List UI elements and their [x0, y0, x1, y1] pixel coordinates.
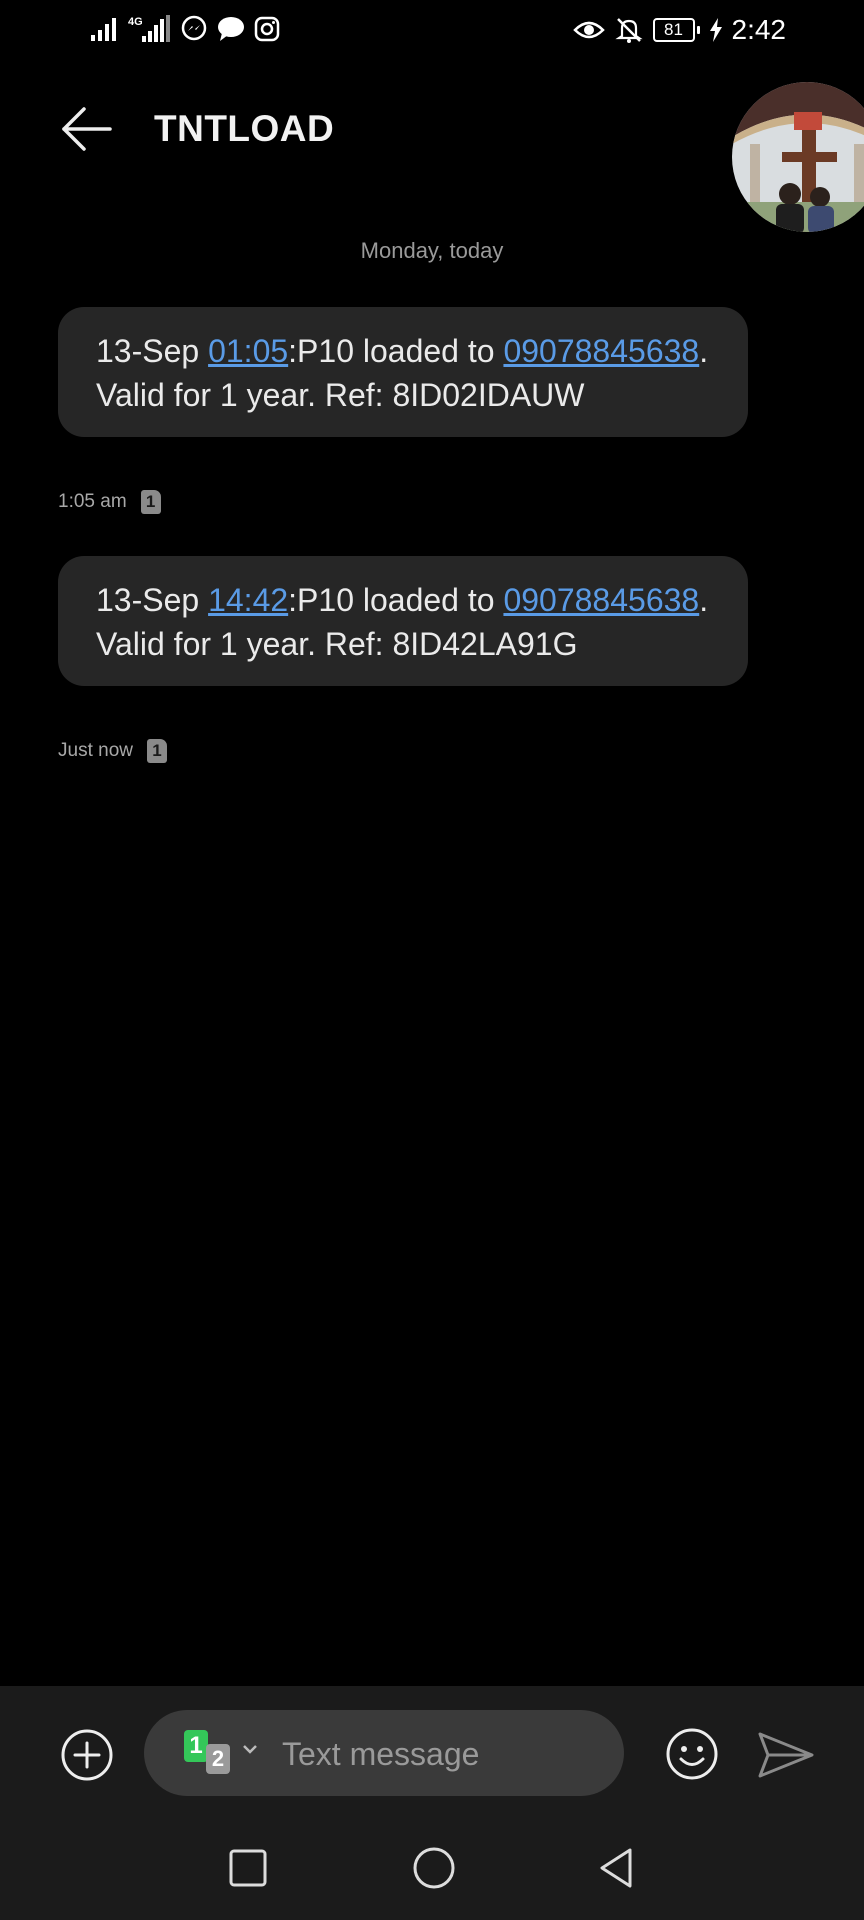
- message-timestamp: 1:05 am: [58, 491, 127, 512]
- status-bar: 4G 81 2:42: [0, 0, 864, 62]
- text-message-input[interactable]: [280, 1728, 604, 1780]
- status-right-icons: 81 2:42: [572, 14, 787, 46]
- time-link[interactable]: 14:42: [208, 582, 288, 618]
- charging-icon: [709, 18, 722, 42]
- signal-icon: [90, 15, 120, 43]
- emoji-icon: [664, 1728, 720, 1786]
- contact-name: TNTLOAD: [154, 108, 335, 149]
- nav-home-button[interactable]: [412, 1846, 456, 1890]
- message-timestamp: Just now: [58, 740, 133, 761]
- avatar[interactable]: [732, 82, 864, 232]
- message-bubble[interactable]: 13-Sep 14:42:P10 loaded to 09078845638. …: [58, 556, 748, 686]
- plus-circle-icon: [60, 1729, 114, 1786]
- back-button[interactable]: [56, 104, 116, 158]
- phone-link[interactable]: 09078845638: [503, 582, 699, 618]
- status-time: 2:42: [731, 14, 787, 45]
- emoji-button[interactable]: [664, 1726, 720, 1782]
- message-text: :P10 loaded to: [288, 333, 504, 369]
- chevron-down-icon: [242, 1742, 258, 1760]
- square-icon: [228, 1849, 268, 1892]
- arrow-left-icon: [60, 105, 112, 158]
- nav-back-button[interactable]: [596, 1846, 636, 1890]
- battery-level: 81: [652, 18, 695, 42]
- message-bubble[interactable]: 13-Sep 01:05:P10 loaded to 09078845638. …: [58, 307, 748, 437]
- bell-off-icon: [614, 16, 643, 44]
- time-link[interactable]: 01:05: [208, 333, 288, 369]
- message-text: 13-Sep: [96, 333, 209, 369]
- network-label: 4G: [128, 16, 143, 28]
- sim-card-icon: 1: [146, 739, 167, 763]
- sim-1-icon: 1: [184, 1730, 208, 1762]
- phone-link[interactable]: 09078845638: [503, 333, 699, 369]
- instagram-icon: [254, 16, 280, 42]
- add-attachment-button[interactable]: [60, 1728, 114, 1782]
- status-left-icons: 4G: [90, 14, 280, 44]
- send-button[interactable]: [756, 1730, 816, 1780]
- messenger-icon: [180, 15, 208, 43]
- signal-4g-icon: 4G: [128, 14, 172, 44]
- sim-2-icon: 2: [206, 1744, 230, 1774]
- message-meta: 1:05 am 1: [58, 490, 161, 514]
- conversation-header: TNTLOAD: [0, 82, 864, 232]
- triangle-back-icon: [596, 1848, 636, 1894]
- message-composer: 1 2: [144, 1710, 624, 1796]
- sim-selector[interactable]: 1 2: [184, 1730, 257, 1776]
- message-meta: Just now 1: [58, 739, 167, 763]
- sim-card-icon: 1: [140, 490, 161, 514]
- nav-recents-button[interactable]: [228, 1848, 268, 1888]
- circle-icon: [412, 1847, 456, 1894]
- message-text: :P10 loaded to: [288, 582, 504, 618]
- eye-icon: [572, 18, 605, 42]
- send-icon: [756, 1732, 816, 1784]
- chat-bubble-icon: [216, 15, 246, 43]
- message-text: 13-Sep: [96, 582, 209, 618]
- battery-icon: 81: [652, 18, 700, 42]
- date-divider: Monday, today: [360, 238, 504, 263]
